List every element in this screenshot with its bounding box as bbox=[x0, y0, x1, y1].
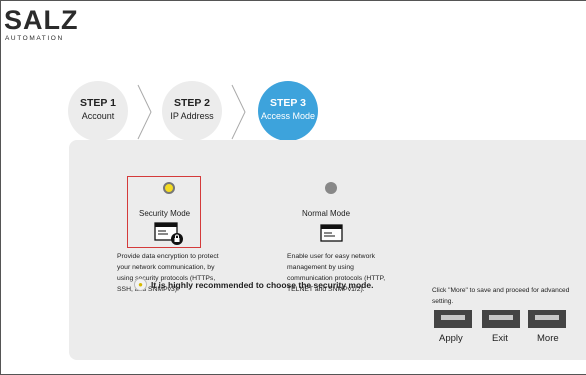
recommendation-text: It is highly recommended to choose the s… bbox=[151, 279, 374, 290]
step-2-number: STEP 2 bbox=[174, 97, 210, 109]
security-mode-title[interactable]: Security Mode bbox=[139, 209, 190, 218]
apply-label[interactable]: Apply bbox=[439, 333, 463, 344]
step-1-label: Account bbox=[81, 111, 115, 121]
more-button[interactable] bbox=[528, 310, 566, 328]
logo-text: SALZ bbox=[4, 5, 79, 35]
step-1-account[interactable]: STEP 1 Account bbox=[68, 81, 128, 141]
step-1-number: STEP 1 bbox=[80, 97, 116, 109]
advanced-setting-note: Click "More" to save and proceed for adv… bbox=[432, 287, 570, 305]
normal-mode-title[interactable]: Normal Mode bbox=[302, 209, 350, 218]
step-2-label: IP Address bbox=[170, 111, 214, 121]
lightbulb-icon: ● bbox=[134, 278, 147, 291]
apply-button[interactable] bbox=[434, 310, 472, 328]
normal-mode-radio[interactable] bbox=[325, 182, 337, 194]
step-2-ip-address[interactable]: STEP 2 IP Address bbox=[162, 81, 222, 141]
logo-subtext: AUTOMATION bbox=[5, 35, 64, 42]
window-icon bbox=[320, 224, 343, 242]
chevron-right-icon bbox=[231, 84, 246, 140]
security-mode-radio[interactable] bbox=[163, 182, 175, 194]
secure-window-lock-icon bbox=[154, 222, 183, 245]
exit-label[interactable]: Exit bbox=[492, 333, 508, 344]
exit-button[interactable] bbox=[482, 310, 520, 328]
step-3-label: Access Mode bbox=[260, 111, 316, 121]
recommendation-message: ● It is highly recommended to choose the… bbox=[134, 278, 373, 291]
more-label[interactable]: More bbox=[537, 333, 559, 344]
step-3-access-mode[interactable]: STEP 3 Access Mode bbox=[258, 81, 318, 141]
salz-logo: SALZ AUTOMATION bbox=[4, 6, 79, 42]
chevron-right-icon bbox=[137, 84, 152, 140]
step-3-number: STEP 3 bbox=[270, 97, 306, 109]
